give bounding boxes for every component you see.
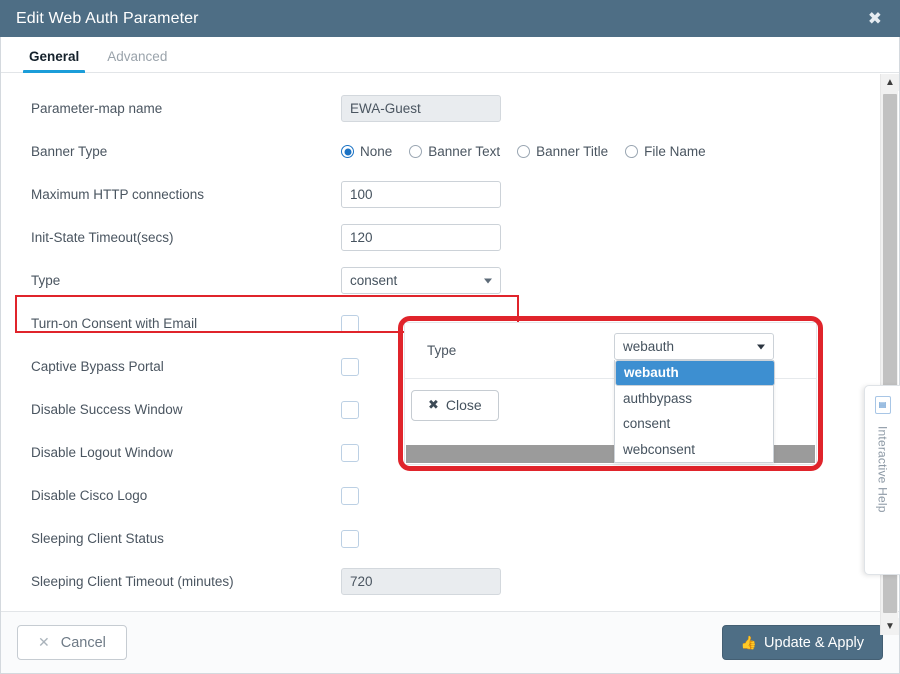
label-sleeping-client-status: Sleeping Client Status <box>31 531 164 546</box>
checkbox-captive-bypass-portal[interactable] <box>341 357 359 376</box>
help-panel-icon: ▤ <box>874 396 891 414</box>
label-disable-cisco-logo: Disable Cisco Logo <box>31 488 148 503</box>
radio-dot-none <box>341 145 354 158</box>
row-type: Type consent <box>1 259 899 302</box>
dialog-titlebar: Edit Web Auth Parameter ✖ <box>0 0 900 37</box>
dropdown-option-authbypass[interactable]: authbypass <box>615 386 773 412</box>
row-parameter-map-name: Parameter-map name <box>1 87 899 130</box>
parameter-map-name-input[interactable] <box>341 95 501 122</box>
popup-type-dropdown-toggle[interactable]: webauth <box>614 333 774 360</box>
thumbs-up-icon: 👍 <box>740 634 758 650</box>
label-disable-success-window: Disable Success Window <box>31 402 183 417</box>
tab-bar: General Advanced <box>1 37 899 74</box>
edit-web-auth-parameter-dialog: Edit Web Auth Parameter ✖ General Advanc… <box>0 0 900 674</box>
interactive-help-tab[interactable]: ▤ Interactive Help <box>864 385 900 575</box>
dropdown-option-consent[interactable]: consent <box>615 411 773 437</box>
max-http-connections-input[interactable] <box>341 181 501 208</box>
tab-advanced[interactable]: Advanced <box>93 49 181 72</box>
label-banner-type: Banner Type <box>31 144 108 159</box>
dialog-title: Edit Web Auth Parameter <box>16 9 199 27</box>
radio-banner-type-banner-title[interactable]: Banner Title <box>517 144 608 159</box>
type-select[interactable]: consent <box>341 267 501 294</box>
label-max-http-connections: Maximum HTTP connections <box>31 187 205 202</box>
interactive-help-label: Interactive Help <box>875 426 890 513</box>
popup-type-dropdown-list: webauth authbypass consent webconsent <box>614 360 775 463</box>
chevron-down-icon[interactable]: ▼ <box>881 618 899 635</box>
label-parameter-map-name: Parameter-map name <box>31 101 163 116</box>
label-captive-bypass-portal: Captive Bypass Portal <box>31 359 164 374</box>
update-and-apply-button[interactable]: 👍 Update & Apply <box>721 625 883 660</box>
radio-banner-type-none[interactable]: None <box>341 144 392 159</box>
row-disable-cisco-logo: Disable Cisco Logo <box>1 474 899 517</box>
dropdown-option-webauth[interactable]: webauth <box>615 360 775 386</box>
radio-dot-file-name <box>625 145 639 158</box>
label-type: Type <box>31 273 61 288</box>
label-turn-on-consent-with-email: Turn-on Consent with Email <box>31 316 198 331</box>
popup-type-dropdown-value: webauth <box>623 339 675 354</box>
row-sleeping-client-timeout: Sleeping Client Timeout (minutes) <box>1 560 899 603</box>
close-icon[interactable]: ✖ <box>864 8 886 29</box>
radio-label-none: None <box>360 144 393 159</box>
chevron-down-icon <box>484 278 492 283</box>
radio-label-file-name: File Name <box>644 144 706 159</box>
checkbox-sleeping-client-status[interactable] <box>341 529 359 548</box>
radio-banner-type-banner-text[interactable]: Banner Text <box>409 144 500 159</box>
checkbox-disable-cisco-logo[interactable] <box>341 486 359 505</box>
checkbox-disable-logout-window[interactable] <box>341 443 359 462</box>
checkbox-disable-success-window[interactable] <box>341 400 359 419</box>
checkbox-turn-on-consent-with-email[interactable] <box>341 314 359 333</box>
dropdown-option-webconsent[interactable]: webconsent <box>615 437 773 463</box>
cancel-button[interactable]: ✕ Cancel <box>17 625 127 660</box>
x-icon: ✕ <box>38 634 50 650</box>
cancel-button-label: Cancel <box>60 634 106 651</box>
popup-type-dropdown: webauth webauth authbypass consent webco… <box>614 333 775 463</box>
radio-banner-type-file-name[interactable]: File Name <box>625 144 706 159</box>
row-banner-type: Banner Type None Banner Text Banner Titl… <box>1 130 899 173</box>
banner-type-radio-group: None Banner Text Banner Title File Name <box>341 144 706 159</box>
radio-label-banner-title: Banner Title <box>536 144 609 159</box>
type-select-value: consent <box>350 273 398 288</box>
chevron-up-icon[interactable]: ▲ <box>881 74 899 91</box>
radio-dot-banner-text <box>409 145 423 158</box>
tab-general[interactable]: General <box>15 49 93 74</box>
row-sleeping-client-status: Sleeping Client Status <box>1 517 899 560</box>
radio-label-banner-text: Banner Text <box>428 144 501 159</box>
chevron-down-icon <box>757 344 765 349</box>
radio-dot-banner-title <box>517 145 531 158</box>
label-sleeping-client-timeout: Sleeping Client Timeout (minutes) <box>31 574 234 589</box>
sleeping-client-timeout-input[interactable] <box>341 568 501 595</box>
label-disable-logout-window: Disable Logout Window <box>31 445 173 460</box>
dialog-footer: ✕ Cancel 👍 Update & Apply <box>1 611 899 673</box>
update-and-apply-label: Update & Apply <box>764 634 864 651</box>
init-state-timeout-input[interactable] <box>341 224 501 251</box>
row-init-state-timeout: Init-State Timeout(secs) <box>1 216 899 259</box>
label-init-state-timeout: Init-State Timeout(secs) <box>31 230 174 245</box>
row-max-http-connections: Maximum HTTP connections <box>1 173 899 216</box>
